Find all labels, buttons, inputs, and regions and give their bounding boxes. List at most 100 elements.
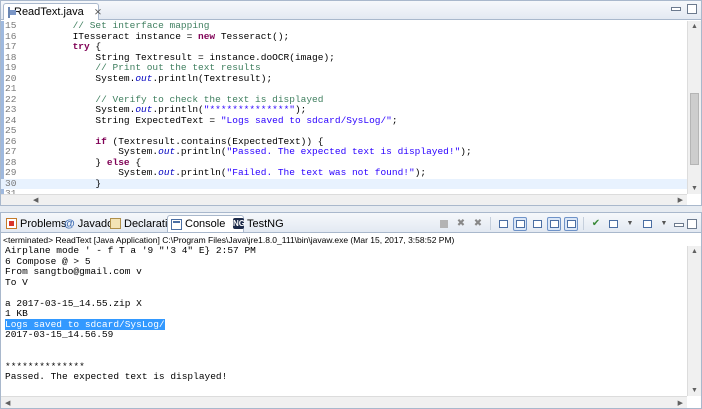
line-number: 25: [5, 125, 17, 136]
java-file-icon: [8, 6, 16, 18]
code-token: "**************": [203, 104, 295, 115]
console-line-text: Airplane mode ' - f T a '9 "'3 4" E} 2:5…: [5, 246, 256, 256]
display-console-icon[interactable]: [606, 217, 620, 231]
minimize-icon[interactable]: [671, 7, 681, 11]
code-token: "Passed. The expected text is displayed!…: [226, 146, 461, 157]
console-icon: [171, 218, 182, 230]
scroll-lock-icon[interactable]: [513, 216, 527, 231]
code-token: System.: [27, 146, 159, 157]
scroll-left-icon[interactable]: ◀: [5, 399, 10, 407]
chevron-down-icon[interactable]: ▼: [657, 217, 671, 231]
code-token: // Verify to check the text is displayed: [27, 93, 324, 105]
code-token: "Failed. The text was not found!": [226, 167, 415, 178]
tab-problems[interactable]: Problems: [3, 215, 69, 232]
code-token: ITesseract instance =: [27, 30, 199, 42]
console-line: a 2017-03-15_14.55.zip X: [1, 297, 687, 310]
tab-label: TestNG: [247, 217, 284, 230]
console-line: 1 KB: [1, 308, 687, 320]
code-editor[interactable]: 15 // Set interface mapping 16 ITesseract…: [1, 21, 687, 194]
testng-icon: NG: [233, 218, 245, 229]
javadoc-icon: @: [64, 217, 75, 230]
editor-tab-readtext[interactable]: ReadText.java ⨯: [3, 3, 102, 20]
show-on-stderr-icon[interactable]: [564, 216, 578, 231]
maximize-icon[interactable]: [687, 4, 697, 14]
console-status-header: <terminated> ReadText [Java Application]…: [3, 235, 455, 245]
remove-launch-icon[interactable]: ✖: [454, 217, 468, 231]
remove-all-launches-icon[interactable]: ✖: [471, 217, 485, 231]
tab-testng[interactable]: NG TestNG: [230, 215, 287, 232]
console-line-text: Passed. The expected text is displayed!: [5, 371, 228, 382]
console-output[interactable]: Airplane mode ' - f T a '9 "'3 4" E} 2:5…: [1, 246, 687, 396]
code-line[interactable]: 30 }: [1, 177, 687, 190]
close-icon[interactable]: ⨯: [94, 7, 102, 18]
scroll-right-icon[interactable]: ▶: [678, 196, 683, 204]
code-token: new: [198, 30, 216, 42]
code-token: String ExpectedText =: [27, 114, 221, 126]
scroll-up-icon[interactable]: ▲: [691, 248, 698, 255]
code-token: out: [135, 104, 153, 115]
maximize-icon[interactable]: [687, 218, 697, 229]
console-toolbar: ✖ ✖ ✔ ▼ ▼: [437, 216, 697, 231]
console-line-text: To V: [5, 276, 28, 288]
terminate-icon[interactable]: [437, 217, 451, 231]
console-line-text: a 2017-03-15_14.55.zip X: [5, 297, 142, 309]
open-console-icon[interactable]: [640, 217, 654, 231]
scroll-down-icon[interactable]: ▼: [691, 185, 698, 192]
word-wrap-icon[interactable]: [530, 217, 544, 231]
console-horizontal-scrollbar[interactable]: ◀ ▶: [1, 396, 687, 408]
code-line[interactable]: 29 System.out.println("Failed. The text …: [1, 167, 687, 179]
code-text: }: [27, 177, 102, 190]
editor-scroll-thumb[interactable]: [690, 93, 699, 165]
console-line-text: 1 KB: [5, 308, 28, 319]
console-line-text: 2017-03-15_14.56.59: [5, 329, 114, 340]
code-line[interactable]: 20 System.out.println(Textresult);: [1, 72, 687, 85]
code-line[interactable]: 24 String ExpectedText = "Logs saved to …: [1, 114, 687, 127]
console-line: To V: [1, 276, 687, 289]
console-line-text: Logs saved to sdcard/SysLog/: [5, 318, 165, 330]
console-line-text: From sangtbo@gmail.com v: [5, 266, 142, 277]
code-line[interactable]: 16 ITesseract instance = new Tesseract()…: [1, 30, 687, 43]
code-token: {: [129, 156, 142, 168]
line-number: 17: [5, 41, 17, 52]
code-text: String ExpectedText = "Logs saved to sdc…: [27, 114, 398, 127]
code-token: .println(Textresult);: [152, 72, 273, 84]
scroll-up-icon[interactable]: ▲: [691, 23, 698, 30]
toolbar-separator: [490, 217, 491, 230]
editor-window-controls: [671, 4, 697, 14]
code-token: System.: [27, 104, 136, 115]
code-token: if: [95, 135, 107, 147]
console-vertical-scrollbar[interactable]: ▲ ▼: [687, 246, 701, 396]
view-tab-bar: Problems @ Javadoc Declaration Console ⨯…: [1, 213, 701, 233]
editor-tab-label: ReadText.java: [14, 6, 84, 18]
line-number: 27: [5, 146, 17, 157]
scroll-right-icon[interactable]: ▶: [678, 399, 683, 407]
tab-label: Problems: [20, 217, 67, 230]
code-token: {: [89, 41, 102, 52]
code-token: out: [158, 167, 176, 178]
code-token: }: [27, 177, 102, 189]
minimize-icon[interactable]: [674, 223, 684, 227]
problems-icon: [6, 218, 17, 229]
editor-horizontal-scrollbar[interactable]: ◀ ▶: [1, 194, 687, 205]
code-token: System.: [27, 72, 136, 84]
toolbar-separator: [583, 217, 584, 230]
editor-vertical-scrollbar[interactable]: ▲ ▼: [687, 21, 701, 194]
chevron-down-icon[interactable]: ▼: [623, 217, 637, 231]
code-token: "Logs saved to sdcard/SysLog/": [220, 114, 392, 126]
console-line-text: **************: [5, 360, 85, 372]
editor-tab-bar: ReadText.java ⨯: [1, 1, 701, 20]
scroll-down-icon[interactable]: ▼: [691, 387, 698, 394]
pin-console-icon[interactable]: ✔: [589, 217, 603, 231]
line-number: 21: [5, 83, 17, 94]
console-line: From sangtbo@gmail.com v: [1, 266, 687, 278]
code-token: Tesseract();: [215, 30, 290, 42]
code-token: ;: [391, 114, 398, 126]
editor-pane: ReadText.java ⨯ 15 // Set interface mapp…: [0, 0, 702, 206]
line-number: 29: [5, 167, 17, 178]
console-line: Passed. The expected text is displayed!: [1, 371, 687, 383]
clear-console-icon[interactable]: [496, 217, 510, 231]
scroll-left-icon[interactable]: ◀: [33, 196, 38, 204]
show-on-stdout-icon[interactable]: [547, 216, 561, 231]
